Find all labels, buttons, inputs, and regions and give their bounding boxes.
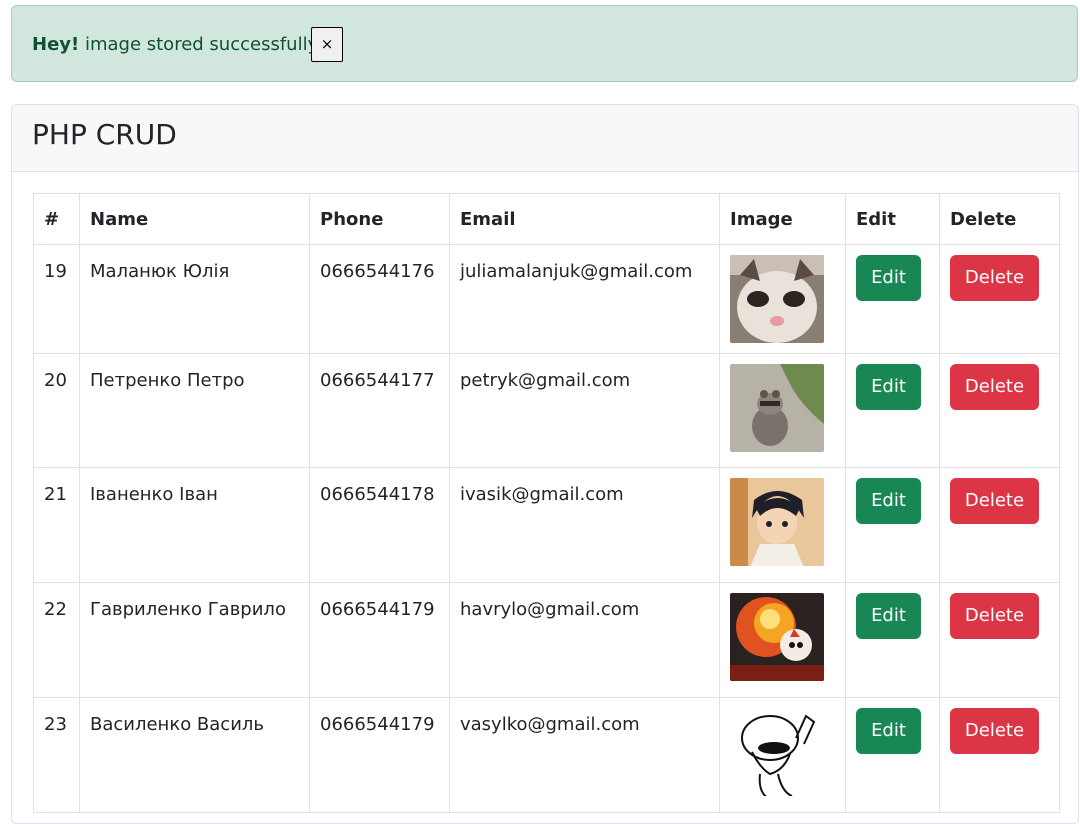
card-header: PHP CRUD [12, 105, 1078, 172]
row-email: vasylko@gmail.com [449, 697, 720, 813]
column-header-email: Email [449, 193, 720, 245]
row-id: 22 [33, 582, 80, 698]
row-phone: 0666544176 [309, 244, 450, 354]
alert-message: Hey! image stored successfully [32, 34, 318, 56]
records-table: # Name Phone Email Image Edit Delete 19 … [33, 193, 1060, 813]
edit-button[interactable]: Edit [856, 478, 921, 524]
table-row: 23 Василенко Василь 0666544179 vasylko@g… [33, 697, 1060, 813]
table-header-row: # Name Phone Email Image Edit Delete [33, 193, 1060, 245]
card-title: PHP CRUD [32, 118, 177, 151]
alert-close-button[interactable]: × [311, 27, 343, 62]
crud-card: PHP CRUD # Name Phone Email Image Edit D… [11, 104, 1079, 824]
edit-button[interactable]: Edit [856, 255, 921, 301]
row-email: juliamalanjuk@gmail.com [449, 244, 720, 354]
row-phone: 0666544179 [309, 697, 450, 813]
table-row: 20 Петренко Петро 0666544177 petryk@gmai… [33, 353, 1060, 468]
column-header-delete: Delete [939, 193, 1060, 245]
row-email: ivasik@gmail.com [449, 467, 720, 583]
edit-button[interactable]: Edit [856, 364, 921, 410]
row-name: Василенко Василь [79, 697, 310, 813]
row-name: Гавриленко Гаврило [79, 582, 310, 698]
row-email: petryk@gmail.com [449, 353, 720, 468]
table-row: 19 Маланюк Юлія 0666544176 juliamalanjuk… [33, 244, 1060, 354]
row-phone: 0666544179 [309, 582, 450, 698]
row-id: 21 [33, 467, 80, 583]
column-header-name: Name [79, 193, 310, 245]
column-header-id: # [33, 193, 80, 245]
row-name: Петренко Петро [79, 353, 310, 468]
table-row: 21 Іваненко Іван 0666544178 ivasik@gmail… [33, 467, 1060, 583]
row-id: 23 [33, 697, 80, 813]
row-name: Іваненко Іван [79, 467, 310, 583]
kitten-photo [730, 255, 824, 343]
delete-button[interactable]: Delete [950, 593, 1039, 639]
cartoon-explosion-image [730, 593, 824, 681]
delete-button[interactable]: Delete [950, 478, 1039, 524]
row-id: 19 [33, 244, 80, 354]
row-name: Маланюк Юлія [79, 244, 310, 354]
raccoon-photo [730, 364, 824, 452]
row-id: 20 [33, 353, 80, 468]
success-alert: Hey! image stored successfully × [11, 5, 1078, 82]
row-phone: 0666544177 [309, 353, 450, 468]
column-header-image: Image [719, 193, 846, 245]
alert-strong: Hey! [32, 34, 80, 55]
delete-button[interactable]: Delete [950, 255, 1039, 301]
row-phone: 0666544178 [309, 467, 450, 583]
edit-button[interactable]: Edit [856, 593, 921, 639]
doodle-sketch-image [730, 708, 824, 796]
alert-message-text: image stored successfully [84, 34, 319, 55]
delete-button[interactable]: Delete [950, 708, 1039, 754]
edit-button[interactable]: Edit [856, 708, 921, 754]
anime-boy-image [730, 478, 824, 566]
column-header-phone: Phone [309, 193, 450, 245]
column-header-edit: Edit [845, 193, 940, 245]
delete-button[interactable]: Delete [950, 364, 1039, 410]
row-email: havrylo@gmail.com [449, 582, 720, 698]
table-row: 22 Гавриленко Гаврило 0666544179 havrylo… [33, 582, 1060, 698]
